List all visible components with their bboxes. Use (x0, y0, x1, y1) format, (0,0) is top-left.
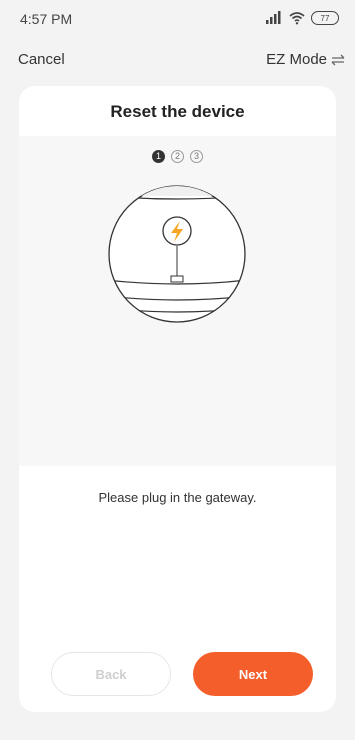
step-2-indicator: 2 (171, 150, 184, 163)
plug-port-icon (170, 275, 184, 283)
status-bar: 4:57 PM 77 (0, 0, 355, 40)
battery-icon: 77 (311, 11, 339, 25)
step-indicator: 1 2 3 (19, 150, 336, 163)
gateway-device-icon (108, 185, 246, 323)
lightning-icon (162, 216, 192, 246)
step-3-indicator: 3 (190, 150, 203, 163)
status-time: 4:57 PM (20, 11, 73, 27)
swap-icon (331, 54, 345, 65)
ez-mode-button[interactable]: EZ Mode (266, 51, 345, 68)
illustration-area: 1 2 3 (19, 136, 336, 466)
instruction-text: Please plug in the gateway. (98, 490, 257, 505)
reset-device-card: Reset the device 1 2 3 Please plug in th… (19, 86, 336, 712)
step-1-indicator: 1 (152, 150, 165, 163)
wifi-icon (289, 12, 305, 25)
battery-level: 77 (320, 13, 330, 23)
signal-icon (266, 11, 281, 24)
next-button[interactable]: Next (193, 652, 313, 696)
card-title: Reset the device (110, 102, 245, 121)
ez-mode-label: EZ Mode (266, 51, 327, 68)
status-icons: 77 (265, 10, 339, 26)
cancel-button[interactable]: Cancel (18, 51, 65, 68)
back-button[interactable]: Back (51, 652, 171, 696)
top-navigation: Cancel EZ Mode (0, 44, 355, 78)
